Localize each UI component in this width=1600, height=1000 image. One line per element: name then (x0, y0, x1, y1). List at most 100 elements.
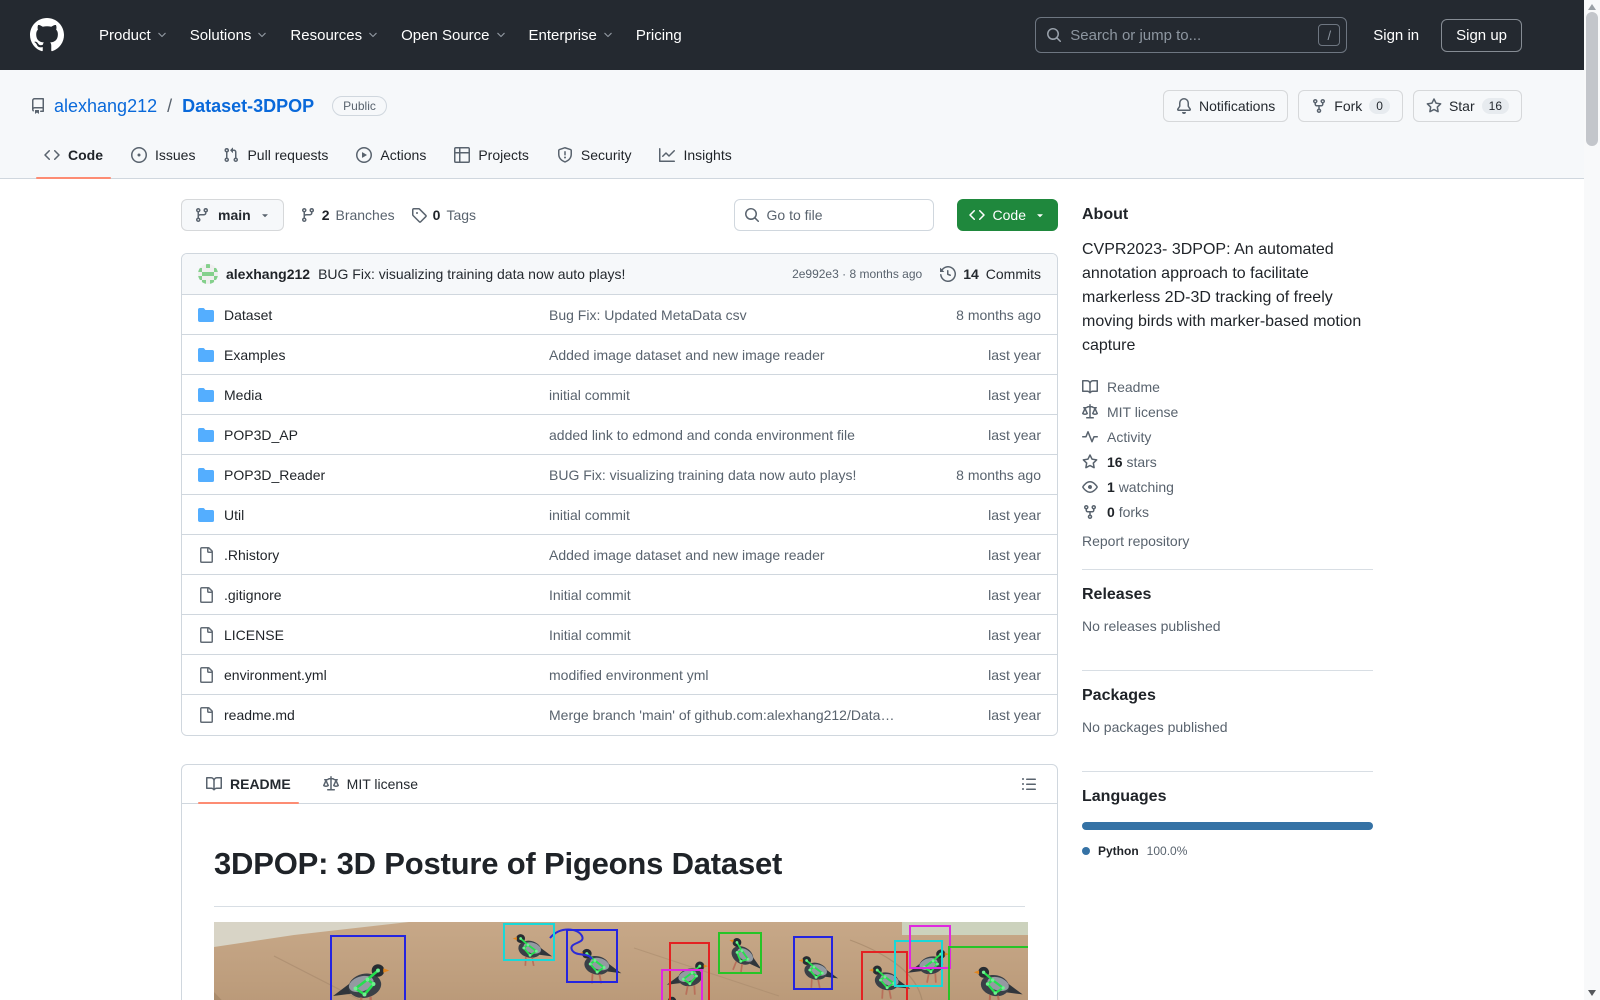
github-logo-icon[interactable] (30, 18, 64, 52)
table-row[interactable]: .gitignore Initial commit last year (182, 575, 1057, 615)
fork-count[interactable]: 0 (1369, 98, 1390, 114)
about-title: About (1082, 206, 1129, 223)
search-input[interactable] (1070, 26, 1319, 44)
table-row[interactable]: environment.yml modified environment yml… (182, 655, 1057, 695)
branch-selector[interactable]: main (181, 199, 284, 231)
tab-insights[interactable]: Insights (645, 132, 745, 178)
chevron-down-icon (367, 29, 379, 41)
menu-item-enterprise[interactable]: Enterprise (518, 21, 625, 50)
file-commit-message[interactable]: Bug Fix: Updated MetaData csv (549, 307, 911, 323)
file-commit-message[interactable]: Added image dataset and new image reader (549, 547, 911, 563)
file-name[interactable]: POP3D_Reader (224, 467, 549, 483)
file-name[interactable]: Media (224, 387, 549, 403)
file-commit-message[interactable]: initial commit (549, 387, 911, 403)
table-row[interactable]: .Rhistory Added image dataset and new im… (182, 535, 1057, 575)
releases-title: Releases (1082, 586, 1152, 603)
watching-stat[interactable]: 1 watching (1082, 474, 1373, 499)
commit-author-link[interactable]: alexhang212 (226, 266, 310, 282)
graph-icon (659, 147, 675, 163)
sign-in-link[interactable]: Sign in (1373, 27, 1419, 44)
fork-button[interactable]: Fork 0 (1298, 90, 1403, 122)
star-icon (1082, 454, 1098, 470)
star-count[interactable]: 16 (1481, 98, 1509, 114)
table-row[interactable]: POP3D_Reader BUG Fix: visualizing traini… (182, 455, 1057, 495)
browser-scrollbar[interactable] (1584, 0, 1600, 1000)
file-name[interactable]: readme.md (224, 707, 549, 723)
table-row[interactable]: Util initial commit last year (182, 495, 1057, 535)
outline-button[interactable] (1015, 770, 1043, 798)
avatar[interactable] (198, 264, 218, 284)
menu-item-solutions[interactable]: Solutions (179, 21, 280, 50)
visibility-badge: Public (332, 96, 387, 116)
sign-up-button[interactable]: Sign up (1441, 18, 1522, 52)
commit-history-link[interactable]: 14 Commits (940, 266, 1041, 282)
stars-stat[interactable]: 16 stars (1082, 449, 1373, 474)
file-name[interactable]: environment.yml (224, 667, 549, 683)
repo-name-link[interactable]: Dataset-3DPOP (182, 96, 314, 117)
commit-hash-link[interactable]: 2e992e3 (792, 267, 839, 281)
commit-time: 8 months ago (849, 267, 923, 281)
commit-message-link[interactable]: BUG Fix: visualizing training data now a… (318, 266, 625, 282)
tab-readme[interactable]: README (190, 765, 307, 804)
table-row[interactable]: LICENSE Initial commit last year (182, 615, 1057, 655)
file-name[interactable]: Examples (224, 347, 549, 363)
readme-link[interactable]: Readme (1082, 374, 1373, 399)
file-commit-date: last year (988, 707, 1041, 723)
file-commit-message[interactable]: BUG Fix: visualizing training data now a… (549, 467, 911, 483)
code-dropdown-button[interactable]: Code (956, 199, 1058, 231)
tags-link[interactable]: 0 Tags (411, 207, 476, 223)
license-link[interactable]: MIT license (1082, 399, 1373, 424)
tab-pull-requests[interactable]: Pull requests (209, 132, 342, 178)
triangle-down-icon (1034, 209, 1046, 221)
table-row[interactable]: readme.md Merge branch 'main' of github.… (182, 695, 1057, 735)
file-commit-message[interactable]: Added image dataset and new image reader (549, 347, 911, 363)
file-commit-date: 8 months ago (956, 306, 1041, 323)
tab-projects[interactable]: Projects (440, 132, 543, 178)
file-name[interactable]: LICENSE (224, 627, 549, 643)
tab-actions[interactable]: Actions (342, 132, 440, 178)
menu-item-product[interactable]: Product (88, 21, 179, 50)
file-commit-message[interactable]: initial commit (549, 507, 911, 523)
file-name[interactable]: Dataset (224, 307, 549, 323)
issue-opened-icon (131, 147, 147, 163)
file-name[interactable]: .gitignore (224, 587, 549, 603)
go-to-file-input[interactable] (733, 199, 934, 231)
tab-code[interactable]: Code (30, 132, 117, 179)
tab-issues[interactable]: Issues (117, 132, 209, 178)
report-repository-link[interactable]: Report repository (1082, 533, 1189, 549)
activity-link[interactable]: Activity (1082, 424, 1373, 449)
tab-mit-license[interactable]: MIT license (307, 765, 434, 803)
packages-title: Packages (1082, 687, 1156, 704)
breadcrumb: alexhang212 / Dataset-3DPOP Public (30, 96, 387, 117)
list-unordered-icon (1021, 776, 1037, 792)
branches-link[interactable]: 2 Branches (300, 207, 395, 223)
chevron-down-icon (602, 29, 614, 41)
file-commit-message[interactable]: Initial commit (549, 587, 911, 603)
language-python[interactable]: Python 100.0% (1082, 844, 1373, 858)
file-commit-message[interactable]: Initial commit (549, 627, 911, 643)
global-search[interactable]: / (1035, 17, 1348, 53)
file-commit-message[interactable]: modified environment yml (549, 667, 911, 683)
repo-owner-link[interactable]: alexhang212 (54, 96, 157, 117)
scrollbar-up-arrow-icon[interactable] (1588, 4, 1596, 10)
star-button[interactable]: Star 16 (1412, 90, 1522, 122)
history-icon (940, 266, 956, 282)
file-name[interactable]: Util (224, 507, 549, 523)
file-name[interactable]: .Rhistory (224, 547, 549, 563)
file-commit-message[interactable]: added link to edmond and conda environme… (549, 427, 911, 443)
scrollbar-thumb[interactable] (1586, 12, 1598, 146)
table-row[interactable]: Dataset Bug Fix: Updated MetaData csv 8 … (182, 295, 1057, 335)
file-name[interactable]: POP3D_AP (224, 427, 549, 443)
chevron-down-icon (256, 29, 268, 41)
tab-security[interactable]: Security (543, 132, 646, 178)
table-row[interactable]: Media initial commit last year (182, 375, 1057, 415)
menu-item-resources[interactable]: Resources (279, 21, 390, 50)
menu-item-open-source[interactable]: Open Source (390, 21, 517, 50)
table-row[interactable]: POP3D_AP added link to edmond and conda … (182, 415, 1057, 455)
scrollbar-down-arrow-icon[interactable] (1588, 990, 1596, 996)
forks-stat[interactable]: 0 forks (1082, 499, 1373, 524)
notifications-button[interactable]: Notifications (1163, 90, 1289, 122)
menu-item-pricing[interactable]: Pricing (625, 21, 693, 50)
file-commit-message[interactable]: Merge branch 'main' of github.com:alexha… (549, 707, 911, 723)
table-row[interactable]: Examples Added image dataset and new ima… (182, 335, 1057, 375)
